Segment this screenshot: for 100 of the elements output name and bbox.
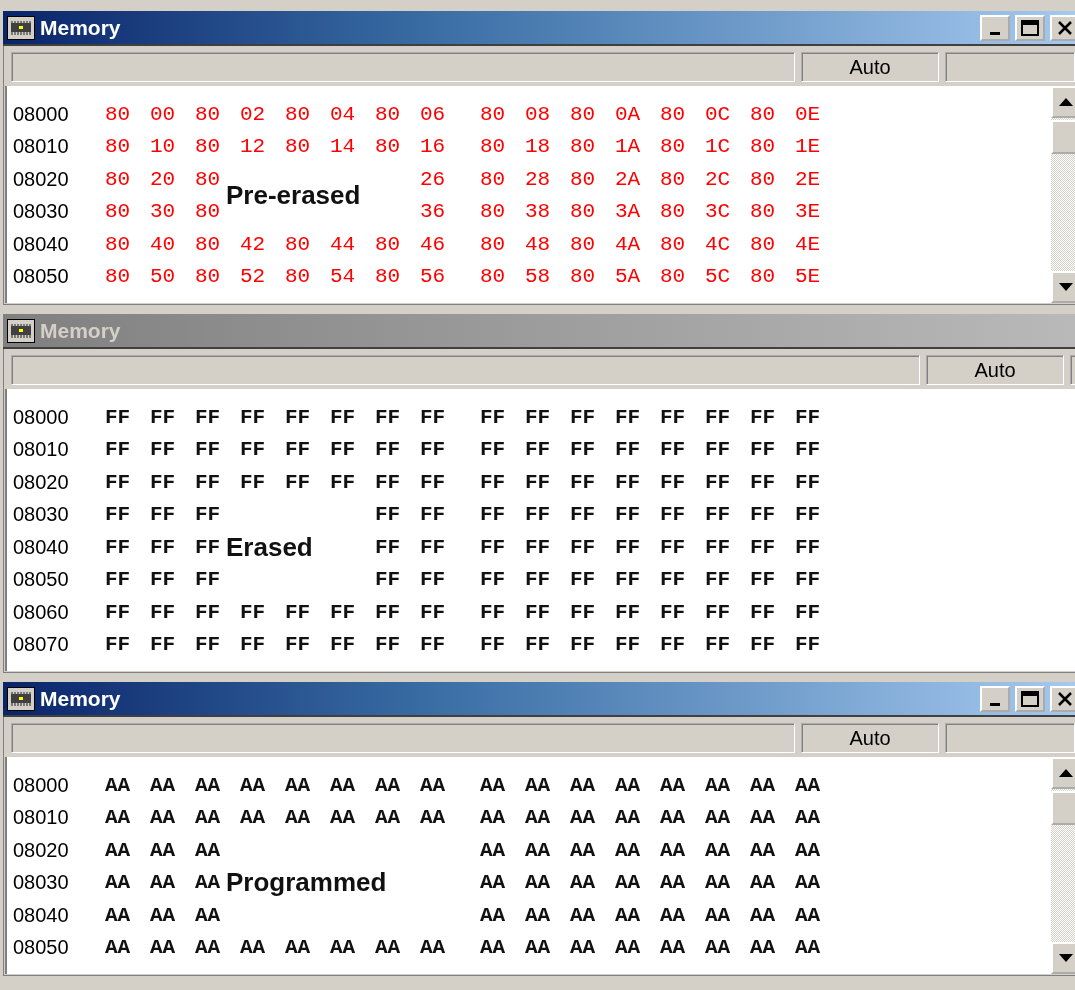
byte-value: 08: [525, 102, 551, 126]
byte-value: 80: [195, 135, 221, 159]
scroll-thumb[interactable]: [1051, 791, 1075, 825]
close-button[interactable]: [1050, 685, 1075, 712]
byte-value: AA: [660, 936, 686, 960]
address-label: 08050: [13, 265, 69, 289]
byte-value: 80: [105, 265, 131, 289]
byte-value: FF: [150, 600, 176, 624]
byte-value: FF: [750, 535, 776, 559]
scroll-up-button[interactable]: [1051, 86, 1075, 118]
maximize-button[interactable]: [1015, 685, 1045, 712]
byte-value: FF: [195, 600, 221, 624]
byte-value: FF: [330, 633, 356, 657]
byte-value: 80: [480, 102, 506, 126]
byte-value: 38: [525, 200, 551, 224]
byte-value: AA: [750, 773, 776, 797]
byte-value: AA: [480, 838, 506, 862]
byte-value: 80: [375, 135, 401, 159]
address-label: 08020: [13, 167, 69, 191]
byte-value: AA: [240, 773, 266, 797]
minimize-button[interactable]: [980, 685, 1010, 712]
byte-value: FF: [705, 568, 731, 592]
byte-value: FF: [105, 438, 131, 462]
window-title: Memory: [40, 15, 121, 40]
byte-value: 80: [285, 232, 311, 256]
byte-value: AA: [480, 871, 506, 895]
address-label: 08030: [13, 200, 69, 224]
byte-value: 4E: [795, 232, 821, 256]
byte-value: FF: [240, 405, 266, 429]
byte-value: FF: [795, 600, 821, 624]
minimize-button[interactable]: [980, 14, 1010, 41]
address-label: 08040: [13, 535, 69, 559]
scroll-down-button[interactable]: [1051, 942, 1075, 974]
mode-field: Auto: [926, 355, 1064, 385]
scroll-down-button[interactable]: [1051, 271, 1075, 303]
close-button[interactable]: [1050, 14, 1075, 41]
byte-value: FF: [750, 568, 776, 592]
byte-value: FF: [795, 503, 821, 527]
scroll-thumb[interactable]: [1051, 120, 1075, 154]
scrollbar[interactable]: [1051, 757, 1075, 974]
byte-value: 80: [105, 232, 131, 256]
byte-value: AA: [750, 838, 776, 862]
byte-value: FF: [660, 503, 686, 527]
byte-value: AA: [660, 806, 686, 830]
byte-value: FF: [570, 568, 596, 592]
byte-value: AA: [615, 903, 641, 927]
byte-value: 44: [330, 232, 356, 256]
byte-value: FF: [420, 405, 446, 429]
byte-value: AA: [705, 903, 731, 927]
close-icon: [1057, 19, 1073, 36]
scroll-up-button[interactable]: [1051, 757, 1075, 789]
byte-value: AA: [150, 936, 176, 960]
byte-value: 80: [660, 102, 686, 126]
byte-value: 50: [150, 265, 176, 289]
byte-value: 00: [150, 102, 176, 126]
byte-value: AA: [525, 871, 551, 895]
byte-value: 80: [105, 102, 131, 126]
mode-field: Auto: [801, 52, 939, 82]
byte-value: 1C: [705, 135, 731, 159]
byte-value: 20: [150, 167, 176, 191]
byte-value: FF: [795, 568, 821, 592]
close-icon: [1057, 690, 1073, 707]
byte-value: FF: [480, 535, 506, 559]
byte-value: FF: [525, 633, 551, 657]
byte-value: AA: [195, 871, 221, 895]
byte-value: FF: [480, 503, 506, 527]
byte-value: 80: [375, 265, 401, 289]
byte-value: FF: [195, 405, 221, 429]
byte-value: FF: [570, 535, 596, 559]
down-arrow-icon: [1059, 283, 1073, 291]
memory-chip-icon: [7, 318, 35, 343]
byte-value: 5C: [705, 265, 731, 289]
byte-value: AA: [105, 903, 131, 927]
byte-value: AA: [195, 903, 221, 927]
byte-value: FF: [420, 568, 446, 592]
byte-value: 80: [480, 265, 506, 289]
byte-value: 4C: [705, 232, 731, 256]
byte-value: 28: [525, 167, 551, 191]
address-label: 08030: [13, 871, 69, 895]
byte-value: FF: [330, 438, 356, 462]
byte-value: 4A: [615, 232, 641, 256]
byte-value: FF: [420, 438, 446, 462]
address-label: 08040: [13, 232, 69, 256]
byte-value: FF: [375, 470, 401, 494]
byte-value: FF: [285, 405, 311, 429]
byte-value: FF: [285, 470, 311, 494]
byte-value: AA: [705, 871, 731, 895]
byte-value: FF: [570, 470, 596, 494]
byte-value: FF: [795, 470, 821, 494]
scrollbar[interactable]: [1051, 86, 1075, 303]
byte-value: AA: [480, 936, 506, 960]
byte-value: AA: [375, 773, 401, 797]
byte-value: FF: [195, 438, 221, 462]
byte-value: 80: [375, 102, 401, 126]
byte-value: FF: [570, 438, 596, 462]
maximize-button[interactable]: [1015, 14, 1045, 41]
byte-value: FF: [750, 470, 776, 494]
address-label: 08020: [13, 838, 69, 862]
address-label: 08000: [13, 773, 69, 797]
byte-value: FF: [525, 405, 551, 429]
